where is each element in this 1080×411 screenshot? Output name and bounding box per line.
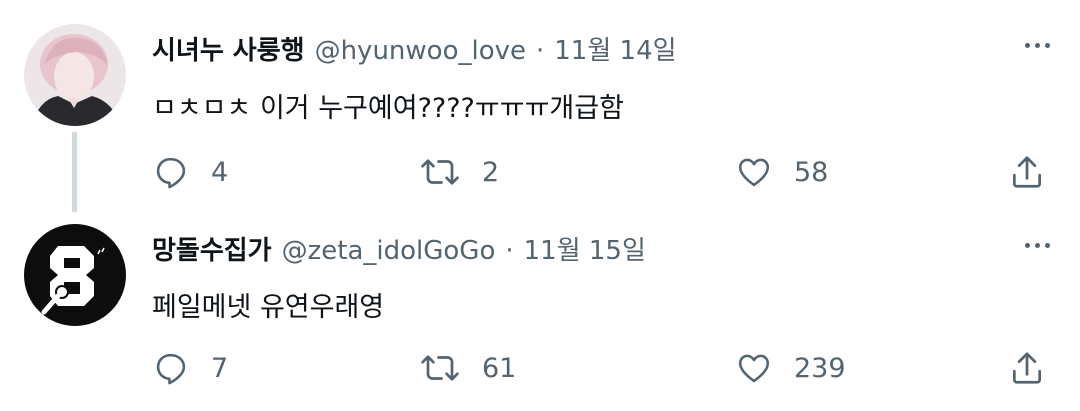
tweet[interactable]: 시녀누 사룽행 @hyunwoo_love · 11월 14일 ㅁㅊㅁㅊ 이거 … — [0, 0, 1080, 212]
retweet-icon — [421, 355, 459, 381]
tweet-actions: 7 61 239 — [0, 346, 1080, 390]
share-button[interactable] — [1008, 150, 1046, 194]
like-count: 239 — [794, 352, 846, 384]
like-button[interactable]: 58 — [736, 150, 828, 194]
more-options-button[interactable] — [1020, 28, 1054, 62]
more-icon — [1024, 42, 1030, 48]
avatar[interactable] — [24, 224, 126, 326]
user-handle[interactable]: @hyunwoo_love — [315, 36, 526, 66]
share-icon — [1012, 352, 1042, 384]
like-button[interactable]: 239 — [736, 346, 846, 390]
tweet-actions: 4 2 58 — [0, 150, 1080, 194]
avatar[interactable] — [24, 24, 126, 126]
display-name[interactable]: 시녀누 사룽행 — [152, 30, 305, 67]
share-icon — [1012, 156, 1042, 188]
tweet[interactable]: 망돌수집가 @zeta_idolGoGo · 11월 15일 페일메넷 유연우래… — [0, 212, 1080, 411]
heart-icon — [738, 354, 770, 383]
heart-icon — [738, 158, 770, 187]
reply-count: 7 — [211, 352, 229, 384]
retweet-button[interactable]: 61 — [420, 346, 516, 390]
reply-button[interactable]: 4 — [153, 150, 228, 194]
tweet-text: ㅁㅊㅁㅊ 이거 누구예여????ㅠㅠㅠ개급함 — [152, 93, 624, 124]
reply-icon — [156, 353, 186, 385]
separator-dot: · — [505, 236, 514, 266]
reply-button[interactable]: 7 — [153, 346, 228, 390]
tweet-date[interactable]: 11월 15일 — [524, 230, 646, 267]
like-count: 58 — [794, 156, 829, 188]
tweet-header: 망돌수집가 @zeta_idolGoGo · 11월 15일 — [152, 230, 646, 270]
more-icon — [1024, 242, 1030, 248]
retweet-count: 2 — [482, 156, 500, 188]
retweet-count: 61 — [482, 352, 517, 384]
retweet-button[interactable]: 2 — [420, 150, 499, 194]
tweet-date[interactable]: 11월 14일 — [554, 30, 676, 67]
share-button[interactable] — [1008, 346, 1046, 390]
retweet-icon — [421, 159, 459, 185]
reply-icon — [156, 157, 186, 189]
more-options-button[interactable] — [1020, 228, 1054, 262]
tweet-text: 페일메넷 유연우래영 — [152, 292, 385, 323]
separator-dot: · — [536, 36, 545, 66]
tweet-header: 시녀누 사룽행 @hyunwoo_love · 11월 14일 — [152, 30, 677, 70]
reply-count: 4 — [211, 156, 229, 188]
user-handle[interactable]: @zeta_idolGoGo — [282, 236, 496, 266]
display-name[interactable]: 망돌수집가 — [152, 230, 272, 267]
